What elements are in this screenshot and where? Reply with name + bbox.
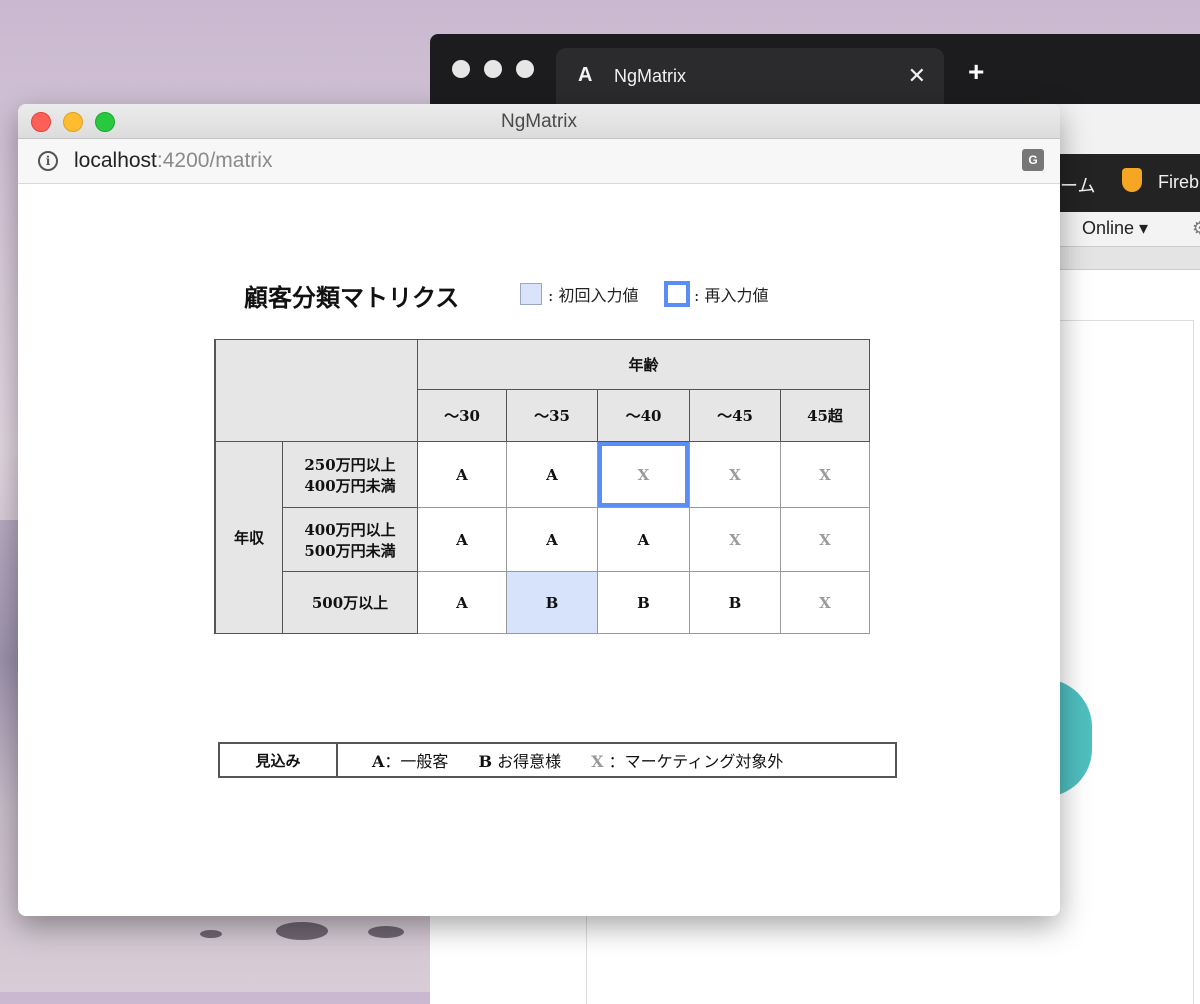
angular-icon: A	[578, 64, 593, 86]
matrix-cell[interactable]: A	[506, 507, 598, 572]
age-header: 年齢	[417, 339, 870, 390]
matrix-cell[interactable]: X	[780, 441, 870, 508]
matrix-cell[interactable]: X	[780, 507, 870, 572]
prospect-key-table: 見込み A：一般客 B お得意様 X ：マーケティング対象外	[218, 742, 897, 778]
back-window-control[interactable]	[516, 60, 534, 78]
income-row-label-line2: 400万円未満	[304, 476, 396, 495]
income-row-label-line1: 250万円以上	[304, 455, 396, 474]
network-throttle-select[interactable]: Online ▾	[1082, 218, 1148, 239]
address-bar[interactable]: i localhost:4200/matrix G	[18, 139, 1060, 184]
url-path: :4200/matrix	[156, 149, 273, 172]
back-window-control[interactable]	[452, 60, 470, 78]
customer-matrix-table: 年齢 〜30 〜35 〜40 〜45 45超 年収 250万円以上 400万円未満…	[214, 339, 870, 634]
back-tab-title: NgMatrix	[614, 66, 687, 86]
legend-initial-label: : 初回入力値	[548, 286, 639, 305]
age-column-header: 〜35	[506, 389, 598, 442]
matrix-cell[interactable]: A	[506, 441, 598, 508]
bookmark-item[interactable]: ーム	[1060, 172, 1095, 198]
matrix-cell[interactable]: B	[689, 571, 781, 634]
back-tab-ngmatrix[interactable]: A NgMatrix ✕	[556, 48, 944, 104]
wallpaper-rock	[200, 930, 222, 938]
bookmark-firebase[interactable]: Fireb	[1158, 172, 1199, 193]
page-title: 顧客分類マトリクス	[244, 283, 460, 312]
matrix-cell-highlighted[interactable]: B	[506, 571, 598, 634]
wallpaper-rock	[368, 926, 404, 938]
matrix-cell[interactable]: X	[689, 507, 781, 572]
back-tab-bar: A NgMatrix ✕ +	[430, 34, 1200, 104]
matrix-cell[interactable]: X	[780, 571, 870, 634]
key-b-symbol: B	[478, 752, 492, 771]
table-row: 500万以上 A B B B X	[215, 571, 870, 634]
matrix-cell[interactable]: X	[689, 441, 781, 508]
income-row-label-line1: 400万円以上	[304, 520, 396, 539]
prospect-label: 見込み	[218, 742, 338, 778]
matrix-cell[interactable]: A	[417, 507, 507, 572]
url-field[interactable]: localhost:4200/matrix	[74, 149, 272, 173]
matrix-cell[interactable]: A	[597, 507, 690, 572]
front-browser-window[interactable]: NgMatrix i localhost:4200/matrix G 顧客分類マ…	[18, 104, 1060, 916]
prospect-key-body: A：一般客 B お得意様 X ：マーケティング対象外	[336, 742, 897, 778]
key-x-text: ：マーケティング対象外	[608, 752, 784, 771]
legend-swatch-initial	[520, 283, 542, 305]
page-content: 顧客分類マトリクス : 初回入力値 : 再入力値 年齢 〜30 〜35 〜40 …	[18, 184, 1060, 916]
matrix-corner	[214, 339, 418, 442]
income-row-label-line1: 500万以上	[311, 594, 389, 612]
matrix-cell-selected[interactable]: X	[597, 441, 690, 508]
key-b-text: お得意様	[497, 752, 562, 771]
table-row: 年収 250万円以上 400万円未満 A A X X X	[214, 441, 870, 634]
income-header: 年収	[214, 441, 283, 634]
key-a-symbol: A	[372, 752, 385, 771]
back-window-control[interactable]	[484, 60, 502, 78]
age-column-header: 45超	[780, 389, 870, 442]
income-row-label-line2: 500万円未満	[304, 541, 396, 560]
settings-icon[interactable]: ⚙	[1192, 218, 1200, 239]
key-x-symbol: X	[591, 752, 604, 771]
matrix-cell[interactable]: A	[417, 571, 507, 634]
info-icon[interactable]: i	[38, 151, 58, 171]
window-title: NgMatrix	[500, 111, 577, 132]
matrix-cell[interactable]: B	[597, 571, 690, 634]
income-row-label: 500万以上	[282, 571, 418, 634]
table-row: 400万円以上 500万円未満 A A A X X	[215, 507, 870, 572]
translate-icon[interactable]: G	[1022, 149, 1044, 171]
url-host: localhost	[74, 149, 157, 172]
income-row-label: 400万円以上 500万円未満	[282, 507, 418, 572]
legend-reentry-label: : 再入力値	[694, 286, 769, 305]
key-a-text: ：一般客	[384, 752, 449, 771]
new-tab-button[interactable]: +	[968, 56, 984, 88]
income-row-label: 250万円以上 400万円未満	[282, 441, 418, 508]
wallpaper-rock	[276, 922, 328, 940]
age-column-header: 〜30	[417, 389, 507, 442]
matrix-cell[interactable]: A	[417, 441, 507, 508]
firebase-icon	[1122, 168, 1142, 192]
legend-swatch-reentry	[664, 281, 690, 307]
age-column-header: 〜45	[689, 389, 781, 442]
age-column-header: 〜40	[597, 389, 690, 442]
title-bar[interactable]: NgMatrix	[18, 104, 1060, 139]
close-icon[interactable]: ✕	[908, 63, 926, 89]
